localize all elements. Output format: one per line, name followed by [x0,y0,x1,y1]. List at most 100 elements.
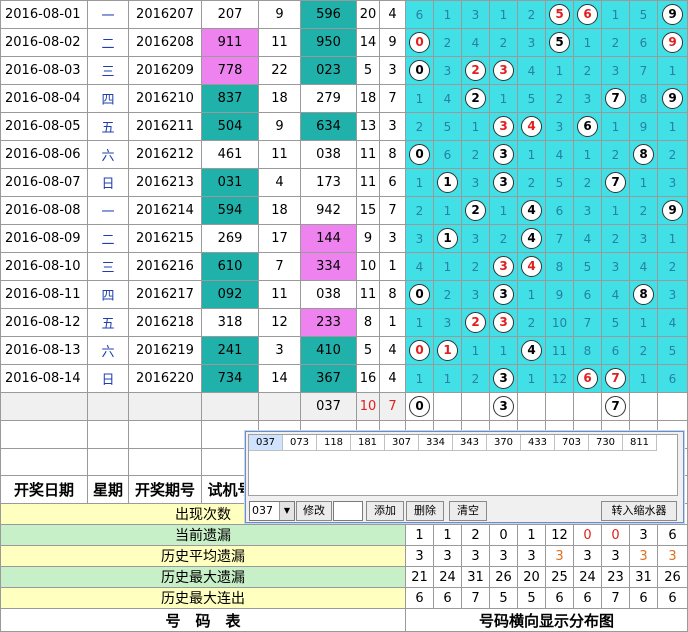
test-number-item[interactable]: 181 [350,435,385,451]
draw-date: 2016-08-12 [0,308,88,337]
number-input[interactable] [333,501,363,521]
number-ball: 5 [549,4,570,25]
dist-cell-9: 1 [657,112,688,141]
pending-ball-cell [517,392,546,421]
dist-cell-6: 6 [573,280,602,309]
dist-cell-0: 0 [405,56,434,85]
span-value: 9 [258,112,301,141]
issue-number: 2016212 [128,140,202,169]
stats-value: 3 [629,545,658,567]
stats-value: 3 [573,545,602,567]
dist-cell-7: 3 [601,56,630,85]
dist-cell-6: 8 [573,336,602,365]
stats-value: 3 [657,545,688,567]
tail-value: 3 [379,112,406,141]
test-number-item[interactable]: 433 [520,435,555,451]
weekday: 五 [87,112,129,141]
test-number: 461 [201,140,259,169]
stats-value: 6 [573,587,602,609]
pending-row: 037 10 7 0 3 7 [0,392,688,421]
dist-cell-0: 1 [405,364,434,393]
sum-value: 18 [356,84,380,113]
dist-cell-8: 8 [629,84,658,113]
test-number-item[interactable]: 730 [588,435,623,451]
draw-number: 038 [300,140,357,169]
issue-number: 2016218 [128,308,202,337]
modify-button[interactable]: 修改 [296,501,332,521]
test-number-item[interactable]: 811 [622,435,657,451]
dist-cell-2: 2 [461,196,490,225]
table-row: 2016-08-08 一 2016214 594 18 942 15 7 2 1 2 1 4 6 3 1 2 9 [0,196,688,225]
table-row: 2016-08-03 三 2016209 778 22 023 5 3 0 3 2 3 4 1 2 3 7 1 [0,56,688,85]
dist-cell-3: 3 [489,112,518,141]
dist-cell-3: 3 [489,56,518,85]
dist-cell-7: 4 [601,280,630,309]
stats-value: 24 [433,566,462,588]
dist-cell-5: 8 [545,252,574,281]
number-combo[interactable]: 037 ▼ [249,501,295,521]
draw-number: 367 [300,364,357,393]
dist-cell-1: 1 [433,336,462,365]
draw-number: 596 [300,0,357,29]
dist-cell-7: 5 [601,308,630,337]
draw-number: 144 [300,224,357,253]
stats-value: 31 [629,566,658,588]
dist-cell-9: 9 [657,84,688,113]
dist-cell-3: 1 [489,84,518,113]
dist-cell-5: 12 [545,364,574,393]
delete-button[interactable]: 删除 [406,501,444,521]
test-number-item[interactable]: 703 [554,435,589,451]
add-button[interactable]: 添加 [366,501,404,521]
dist-cell-4: 2 [517,308,546,337]
sum-value: 10 [356,252,380,281]
test-number-item[interactable]: 334 [418,435,453,451]
weekday: 三 [87,252,129,281]
dist-cell-2: 1 [461,336,490,365]
number-ball: 8 [633,144,654,165]
span-value: 4 [258,168,301,197]
stats-value: 26 [489,566,518,588]
dist-cell-4: 4 [517,112,546,141]
dropdown-arrow-icon[interactable]: ▼ [279,502,294,520]
pending-ball-cell [433,392,462,421]
dist-cell-6: 2 [573,56,602,85]
dist-cell-5: 7 [545,224,574,253]
dist-cell-4: 4 [517,196,546,225]
number-ball: 3 [493,144,514,165]
dist-cell-1: 2 [433,280,462,309]
clear-button[interactable]: 清空 [449,501,487,521]
stats-value: 31 [461,566,490,588]
table-row: 2016-08-01 一 2016207 207 9 596 20 4 6 1 3 1 2 5 6 1 5 9 [0,0,688,29]
tail-value: 8 [379,280,406,309]
number-ball: 6 [577,4,598,25]
draw-number: 038 [300,280,357,309]
draw-date: 2016-08-14 [0,364,88,393]
dist-cell-9: 6 [657,364,688,393]
stats-value: 3 [405,545,434,567]
sum-value: 8 [356,308,380,337]
test-number-popup[interactable]: 037 073 118 181 307 334 343 370 433 703 730 811 037… [245,431,684,523]
dist-cell-6: 3 [573,196,602,225]
dist-cell-7: 3 [601,252,630,281]
test-number-item[interactable]: 073 [282,435,317,451]
test-number-item[interactable]: 307 [384,435,419,451]
test-number-list[interactable]: 037 073 118 181 307 334 343 370 433 703 730 811 [248,434,678,496]
stats-value: 6 [629,587,658,609]
dist-cell-1: 3 [433,308,462,337]
pending-ball-cell: 7 [601,392,630,421]
test-number-item[interactable]: 370 [486,435,521,451]
dist-cell-3: 2 [489,28,518,57]
test-number-item[interactable]: 343 [452,435,487,451]
number-ball: 4 [521,228,542,249]
dist-cell-4: 5 [517,84,546,113]
test-number-item[interactable]: 118 [316,435,351,451]
dist-cell-5: 1 [545,56,574,85]
header-date: 开奖日期 [0,475,88,504]
convert-button[interactable]: 转入缩水器 [601,501,677,521]
test-number-item[interactable]: 037 [249,435,283,451]
span-value: 18 [258,84,301,113]
number-ball: 2 [465,312,486,333]
tail-value: 8 [379,140,406,169]
number-ball: 4 [521,256,542,277]
stats-value: 3 [489,545,518,567]
